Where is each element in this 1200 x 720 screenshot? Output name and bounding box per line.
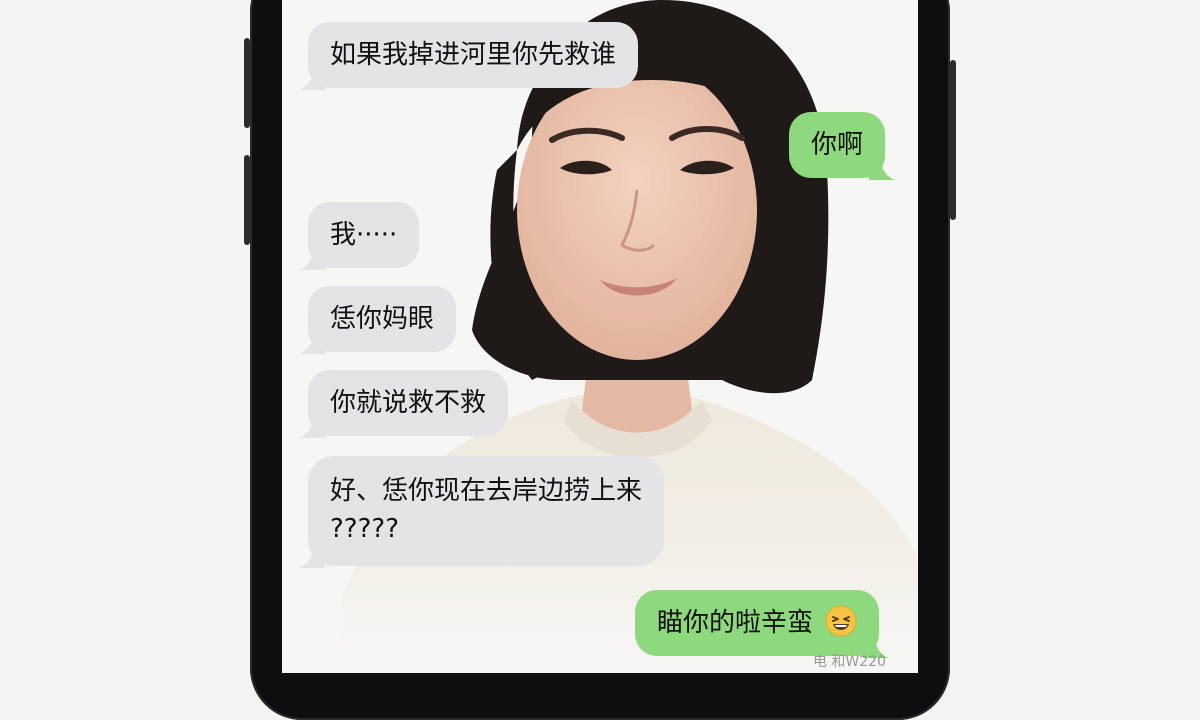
bubble-tail	[299, 546, 325, 568]
message-bubble-incoming[interactable]: 你就说救不救	[299, 370, 509, 438]
bubble-tail	[869, 158, 896, 180]
message-text: 如果我掉进河里你先救谁	[330, 40, 617, 70]
message-text: 你就说救不救	[330, 388, 487, 418]
message-text: 好、恁你现在去岸边捞上来	[330, 476, 643, 506]
background-right	[950, 0, 1200, 673]
message-bubble-outgoing[interactable]: 你啊	[789, 112, 896, 180]
power-button	[950, 60, 956, 220]
bubble-tail	[299, 68, 325, 90]
watermark: 电 和W220	[812, 654, 886, 670]
message-text: 我·····	[330, 220, 398, 250]
chat-screen: 如果我掉进河里你先救谁 你啊 我····· 恁你妈眼 你就说救不救 好、恁你现在…	[282, 0, 918, 673]
message-text: 恁你妈眼	[330, 304, 435, 334]
message-bubble-incoming[interactable]: 如果我掉进河里你先救谁	[299, 22, 639, 90]
message-text: 你啊	[811, 130, 864, 160]
bubble-tail	[299, 248, 325, 270]
message-text: 瞄你的啦辛蛮	[657, 608, 814, 638]
message-bubble-incoming[interactable]: 恁你妈眼	[299, 286, 457, 354]
background-left	[0, 0, 250, 673]
message-bubble-incoming[interactable]: 好、恁你现在去岸边捞上来 ?????	[299, 456, 665, 568]
message-bubble-outgoing[interactable]: 瞄你的啦辛蛮	[635, 590, 890, 658]
message-text-line2: ?????	[330, 514, 399, 544]
grinning-squinting-face-icon	[825, 605, 857, 637]
message-bubble-incoming[interactable]: 我·····	[299, 202, 420, 270]
bubble-tail	[299, 332, 325, 354]
bubble-tail	[299, 416, 325, 438]
